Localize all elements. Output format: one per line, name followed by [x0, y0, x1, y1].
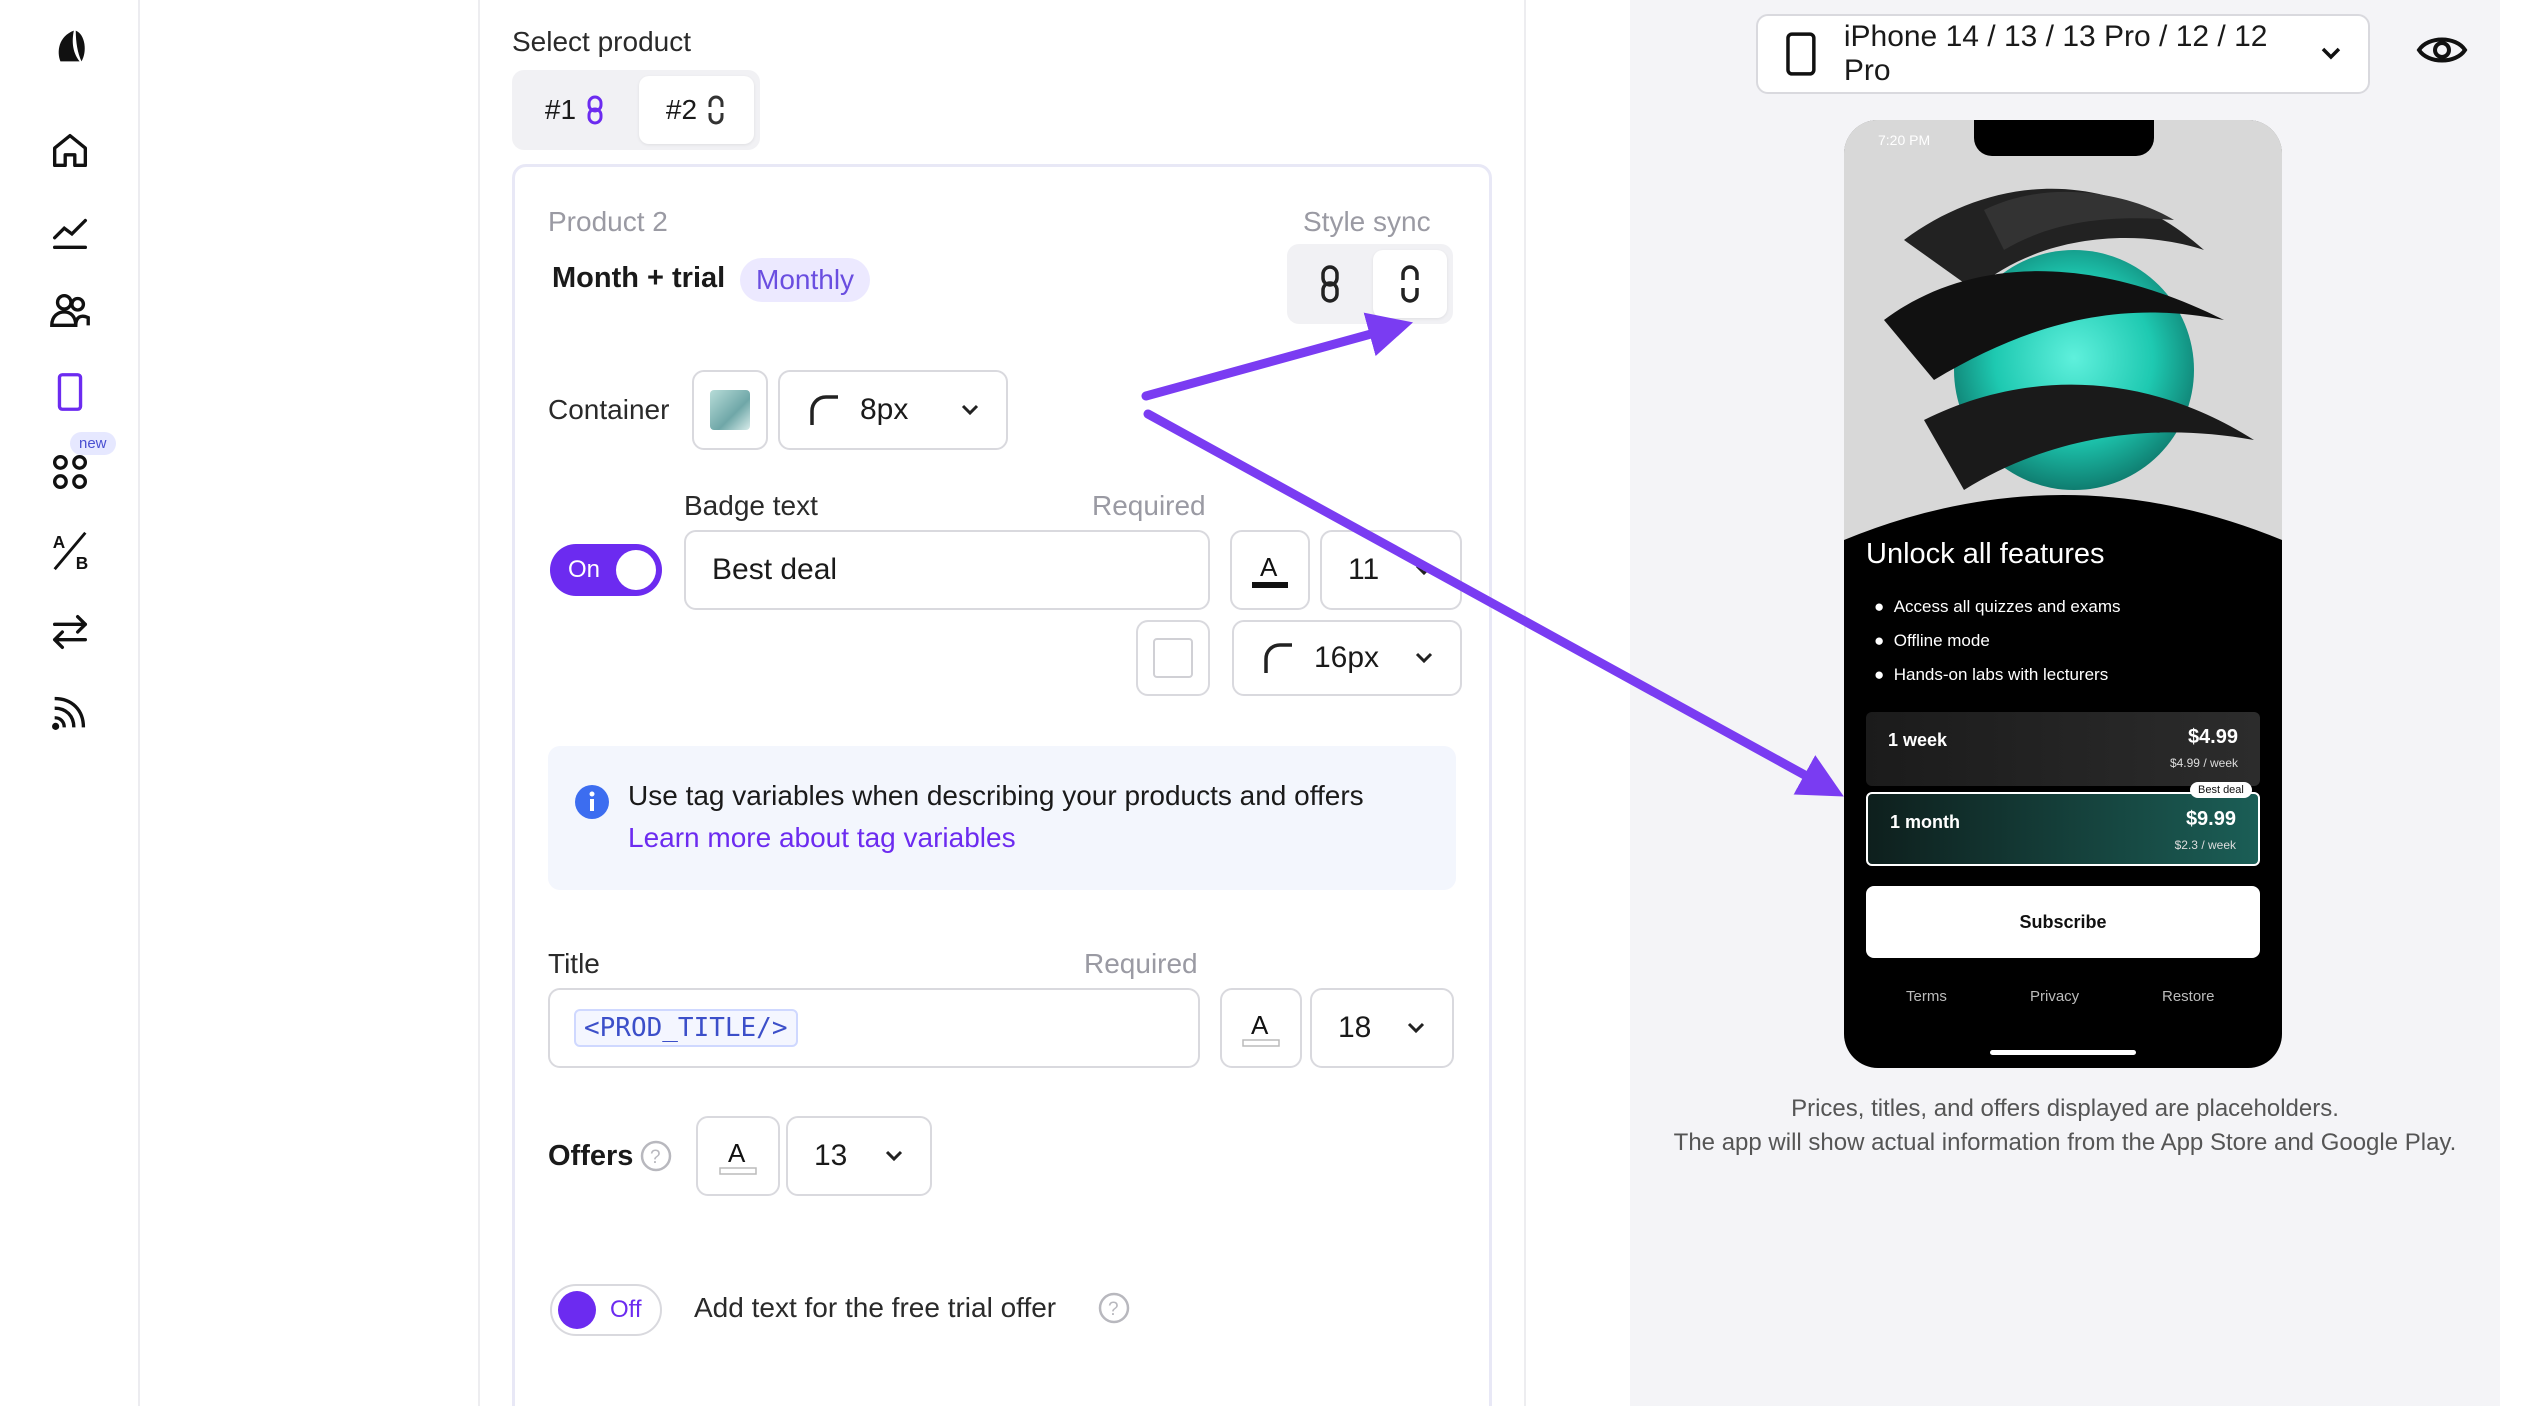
annotation-arrows — [1141, 312, 1844, 797]
app-root: new AB Select product #1 #2 Product 2 St… — [0, 0, 2546, 1406]
arrow-to-style-sync — [1141, 312, 1414, 401]
arrow-to-preview — [1143, 409, 1844, 797]
